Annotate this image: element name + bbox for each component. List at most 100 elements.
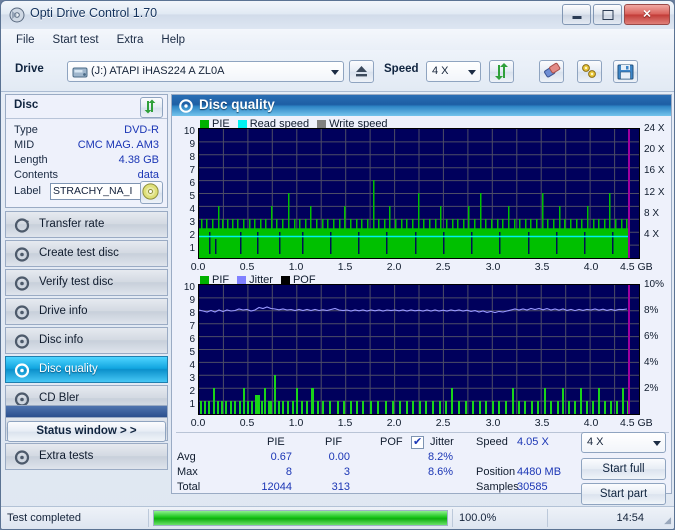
ytick-bottom-6: 6 (189, 334, 195, 345)
status-time: 14:54 (616, 512, 644, 524)
ytick-top-1: 1 (189, 243, 195, 254)
menu-file[interactable]: File (7, 32, 44, 48)
disc-row-label-length: Length (14, 154, 48, 166)
stats-total-pie: 12044 (261, 481, 292, 493)
start-part-button[interactable]: Start part (581, 483, 666, 505)
ytick-bottom-right-10pct: 10% (644, 279, 665, 290)
left-panel: Disc Type DVD-R MID CMC MAG. AM3 Length … (5, 94, 168, 494)
maximize-button[interactable] (593, 4, 622, 25)
sidebar-item-label: Verify test disc (39, 276, 114, 288)
sidebar-item-transfer-rate[interactable]: Transfer rate (5, 211, 168, 238)
chart-pif-jitter-pof[interactable] (198, 284, 640, 415)
ytick-bottom-7: 7 (189, 321, 195, 332)
minimize-icon (572, 16, 581, 20)
stats-max-jitter: 8.6% (428, 466, 454, 478)
ytick-top-7: 7 (189, 165, 195, 176)
disc-quality-panel: Disc quality PIE Read speed Write speed … (171, 94, 672, 505)
refresh-icon (495, 63, 508, 80)
sidebar-item-create-test-disc[interactable]: Create test disc (5, 240, 168, 267)
ytick-top-4: 4 (189, 204, 195, 215)
speed-select[interactable]: 4 X (426, 61, 481, 82)
test-speed-select[interactable]: 4 X (581, 432, 666, 453)
disc-properties-button[interactable] (140, 181, 163, 204)
close-button[interactable]: ✕ (624, 4, 670, 25)
info-value-speed: 4.05 X (517, 436, 549, 448)
sidebar-item-verify-test-disc[interactable]: Verify test disc (5, 269, 168, 296)
ytick-top-9: 9 (189, 139, 195, 150)
sidebar-item-disc-info[interactable]: Disc info (5, 327, 168, 354)
close-icon: ✕ (642, 8, 652, 20)
ytick-bottom-10: 10 (183, 282, 195, 293)
save-button[interactable] (613, 60, 638, 83)
ytick-bottom-8: 8 (189, 308, 195, 319)
tools-icon (582, 64, 596, 78)
disc-info-box: Disc Type DVD-R MID CMC MAG. AM3 Length … (5, 94, 168, 208)
xtick-bottom-1: 0.5 (239, 417, 255, 429)
status-window-button[interactable]: Status window > > (7, 421, 166, 442)
window-controls: ✕ (562, 4, 670, 25)
disc-header-label: Disc (14, 99, 39, 111)
disc-row-value-length: 4.38 GB (118, 154, 159, 166)
disc-row-value-mid: CMC MAG. AM3 (77, 139, 159, 151)
transfer-rate-icon (14, 217, 31, 234)
panel-divider-strip (5, 405, 168, 418)
resize-grip[interactable]: ◢ (664, 515, 671, 526)
menu-help[interactable]: Help (152, 32, 194, 48)
info-label-speed: Speed (476, 436, 508, 448)
title-bar: Opti Drive Control 1.70 ✕ (1, 1, 674, 30)
sidebar-item-label: Disc info (39, 334, 84, 346)
chart-pie-speed[interactable] (198, 128, 640, 259)
xtick-top-4: 2.0 (386, 261, 402, 273)
drive-select[interactable]: (J:) ATAPI iHAS224 A ZL0A (67, 61, 344, 82)
sidebar-item-drive-info[interactable]: Drive info (5, 298, 168, 325)
ytick-top-3: 3 (189, 217, 195, 228)
xtick-bottom-5: 2.5 (435, 417, 451, 429)
sidebar-item-label: Disc quality (39, 363, 98, 375)
disc-label-caption: Label (14, 185, 41, 197)
menu-extra[interactable]: Extra (108, 32, 153, 48)
ytick-top-right-12x: 12 X (644, 187, 665, 198)
disc-label-input[interactable]: STRACHY_NA_I (50, 183, 142, 200)
xtick-top-8: 4.0 (583, 261, 599, 273)
ytick-bottom-right-6pct: 6% (644, 331, 659, 342)
chevron-down-icon (331, 70, 339, 75)
info-value-samples: 30585 (517, 481, 548, 493)
menu-start-test[interactable]: Start test (44, 32, 108, 48)
xtick-top-5: 2.5 (435, 261, 451, 273)
stats-row-label-total: Total (177, 481, 201, 493)
disc-row-label-type: Type (14, 124, 38, 136)
status-bar: Test completed 100.0% 14:54 ◢ (1, 506, 674, 529)
xtick-bottom-4: 2.0 (386, 417, 402, 429)
eraser-icon (544, 62, 561, 78)
eject-button[interactable] (349, 60, 374, 83)
xtick-bottom-8: 4.0 (583, 417, 599, 429)
ytick-top-right-16x: 16 X (644, 165, 665, 176)
application-window: Opti Drive Control 1.70 ✕ File Start tes… (0, 0, 675, 530)
jitter-checkbox[interactable] (411, 435, 424, 449)
tools-button[interactable] (577, 60, 602, 83)
stats-max-pif: 3 (343, 466, 350, 478)
xtick-top-0: 0.0 (190, 261, 206, 273)
ytick-bottom-9: 9 (189, 295, 195, 306)
erase-button[interactable] (539, 60, 564, 83)
sidebar-item-disc-quality[interactable]: Disc quality (5, 356, 168, 383)
info-label-position: Position (476, 466, 516, 478)
speed-value: 4 X (432, 65, 449, 77)
stats-max-pie: 8 (285, 466, 292, 478)
ytick-bottom-right-8pct: 8% (644, 305, 659, 316)
disc-row-label-contents: Contents (14, 169, 59, 181)
extra-tests-icon (14, 449, 31, 466)
start-full-button[interactable]: Start full (581, 458, 666, 480)
xtick-top-1: 0.5 (239, 261, 255, 273)
xtick-top-7: 3.5 (534, 261, 550, 273)
refresh-icon (144, 99, 156, 114)
panel-title: Disc quality (199, 97, 275, 112)
sidebar-item-extra-tests[interactable]: Extra tests (5, 443, 168, 470)
panel-header: Disc quality (172, 95, 671, 116)
disc-quality-icon (178, 98, 194, 114)
minimize-button[interactable] (562, 4, 591, 25)
ytick-top-5: 5 (189, 191, 195, 202)
disc-refresh-button[interactable] (140, 97, 163, 118)
ytick-bottom-2: 2 (189, 386, 195, 397)
refresh-button[interactable] (489, 60, 514, 83)
